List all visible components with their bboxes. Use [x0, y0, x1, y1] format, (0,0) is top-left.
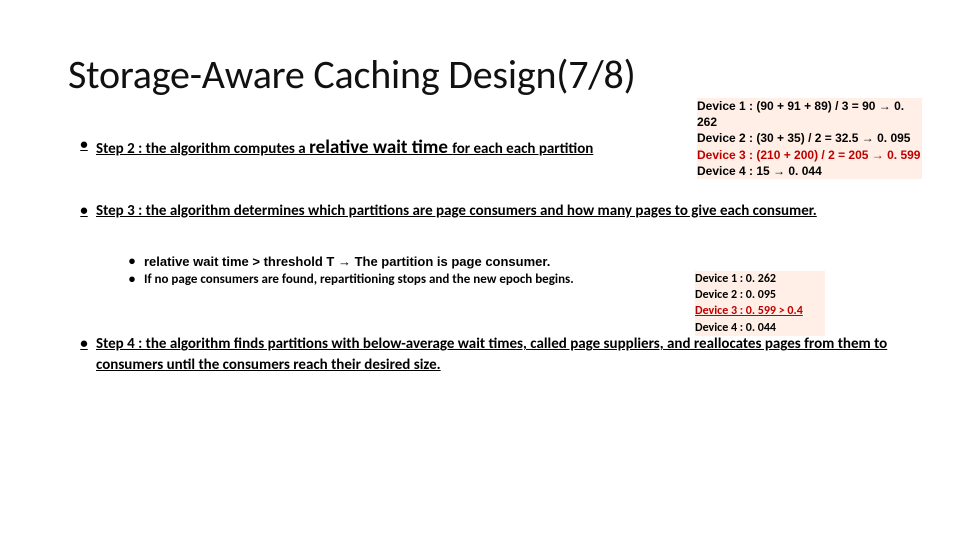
- callout-calc: Device 1 : (90 + 91 + 89) / 3 = 90 → 0. …: [697, 98, 922, 179]
- callout-line: Device 2 : 0. 095: [695, 287, 825, 303]
- sub-bullet-1: • relative wait time > threshold T → The…: [126, 253, 686, 271]
- step3-bullet: • Step 3 : the algorithm determines whic…: [78, 201, 888, 221]
- bullet-icon: •: [126, 253, 138, 271]
- callout-line: Device 1 : 0. 262: [695, 271, 825, 287]
- step2-bullet: • Step 2 : the algorithm computes a rela…: [78, 135, 688, 161]
- sub1-text: relative wait time > threshold T → The p…: [144, 253, 550, 271]
- callout-line: Device 4 : 0. 044: [695, 320, 825, 336]
- callout-line: Device 1 : (90 + 91 + 89) / 3 = 90 → 0. …: [697, 98, 922, 130]
- callout-line: Device 2 : (30 + 35) / 2 = 32.5 → 0. 095: [697, 130, 922, 146]
- callout-line: Device 3 : 0. 599 > 0.4: [695, 303, 825, 319]
- slide-title: Storage-Aware Caching Design(7/8): [68, 50, 636, 99]
- bullet-icon: •: [126, 271, 138, 289]
- step4-bullet: • Step 4 : the algorithm finds partition…: [78, 334, 898, 375]
- bullet-icon: •: [78, 201, 90, 221]
- callout-result: Device 1 : 0. 262 Device 2 : 0. 095 Devi…: [695, 271, 825, 336]
- step2-suffix: for each each partition: [452, 140, 593, 158]
- step2-prefix: Step 2 : the algorithm computes a: [96, 140, 309, 158]
- slide: Storage-Aware Caching Design(7/8) • Step…: [0, 0, 960, 540]
- sub-bullet-2: • If no page consumers are found, repart…: [126, 271, 686, 289]
- sub2-text: If no page consumers are found, repartit…: [144, 271, 574, 289]
- callout-line: Device 4 : 15 → 0. 044: [697, 163, 922, 179]
- step4-text: Step 4 : the algorithm finds partitions …: [96, 334, 898, 375]
- bullet-icon: •: [78, 135, 90, 161]
- step3-text: Step 3 : the algorithm determines which …: [96, 201, 817, 221]
- callout-line: Device 3 : (210 + 200) / 2 = 205 → 0. 59…: [697, 147, 922, 163]
- step2-emph: relative wait time: [309, 136, 452, 159]
- bullet-icon: •: [78, 334, 90, 375]
